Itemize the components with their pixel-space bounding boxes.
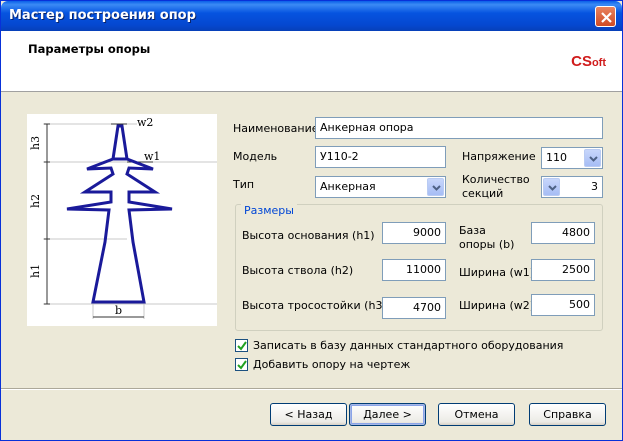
label-b: b [115,304,122,317]
voltage-value: 110 [546,151,567,164]
sizes-group-title: Размеры [241,204,297,217]
chevron-down-icon [548,185,557,191]
width1-field[interactable]: 2500 [531,259,595,281]
trunk-height-label: Высота ствола (h2) [242,264,354,277]
label-h1: h1 [29,264,42,278]
close-button[interactable] [595,6,616,27]
width2-field[interactable]: 500 [531,294,595,316]
label-w1: w1 [144,150,160,163]
width2-label: Ширина (w2) [459,299,535,312]
add-to-drawing-label[interactable]: Добавить опору на чертеж [253,358,410,371]
cancel-button[interactable]: Отмена [438,403,515,426]
label-w2: w2 [137,116,153,129]
sections-label-line1: Количество [462,173,530,186]
checkmark-icon [237,360,247,370]
wizard-window: Мастер построения опор Параметры опоры C… [0,0,623,441]
base-height-label: Высота основания (h1) [242,229,375,242]
sections-dropdown-button[interactable] [543,178,560,196]
name-label: Наименование [233,122,319,135]
mast-height-field[interactable]: 4700 [382,297,446,319]
wizard-header: Параметры опоры CSoft [1,31,622,92]
title-bar[interactable]: Мастер построения опор [1,1,622,31]
save-to-db-checkbox[interactable] [235,339,248,352]
name-field[interactable]: Анкерная опора [315,117,603,139]
tower-diagram: w2 w1 h3 h2 h1 b [29,116,217,319]
base-width-label-line2: опоры (b) [459,238,515,251]
csoft-logo: CSoft [571,53,606,70]
sections-value: 3 [591,180,598,193]
close-icon [601,12,612,23]
model-field[interactable]: У110-2 [315,146,446,168]
save-to-db-label[interactable]: Записать в базу данных стандартного обор… [253,339,563,352]
mast-height-label: Высота тросостойки (h3) [242,299,387,312]
sections-label-line2: секций [462,187,504,200]
label-h3: h3 [29,136,42,150]
model-label: Модель [233,150,278,163]
voltage-select[interactable]: 110 [541,147,603,169]
width1-label: Ширина (w1) [459,266,535,279]
chevron-down-icon [589,156,598,162]
type-value: Анкерная [320,180,376,193]
back-button[interactable]: < Назад [270,403,347,426]
next-button[interactable]: Далее > [349,403,426,426]
page-subtitle: Параметры опоры [28,42,151,56]
help-button[interactable]: Справка [529,403,606,426]
tower-schematic: w2 w1 h3 h2 h1 b [27,114,217,326]
checkmark-icon [237,341,247,351]
chevron-down-icon [432,185,441,191]
type-dropdown-button[interactable] [427,178,444,196]
base-width-field[interactable]: 4800 [531,222,595,244]
label-h2: h2 [29,194,42,208]
add-to-drawing-checkbox[interactable] [235,358,248,371]
base-height-field[interactable]: 9000 [382,222,446,244]
trunk-height-field[interactable]: 11000 [382,259,446,281]
sections-spinner[interactable]: 3 [541,176,603,198]
type-label: Тип [233,178,255,191]
window-title: Мастер построения опор [9,8,196,23]
base-width-label-line1: База [459,224,486,237]
voltage-dropdown-button[interactable] [584,149,601,167]
voltage-label: Напряжение [462,150,536,163]
footer-separator [1,388,622,390]
type-select[interactable]: Анкерная [315,176,446,198]
